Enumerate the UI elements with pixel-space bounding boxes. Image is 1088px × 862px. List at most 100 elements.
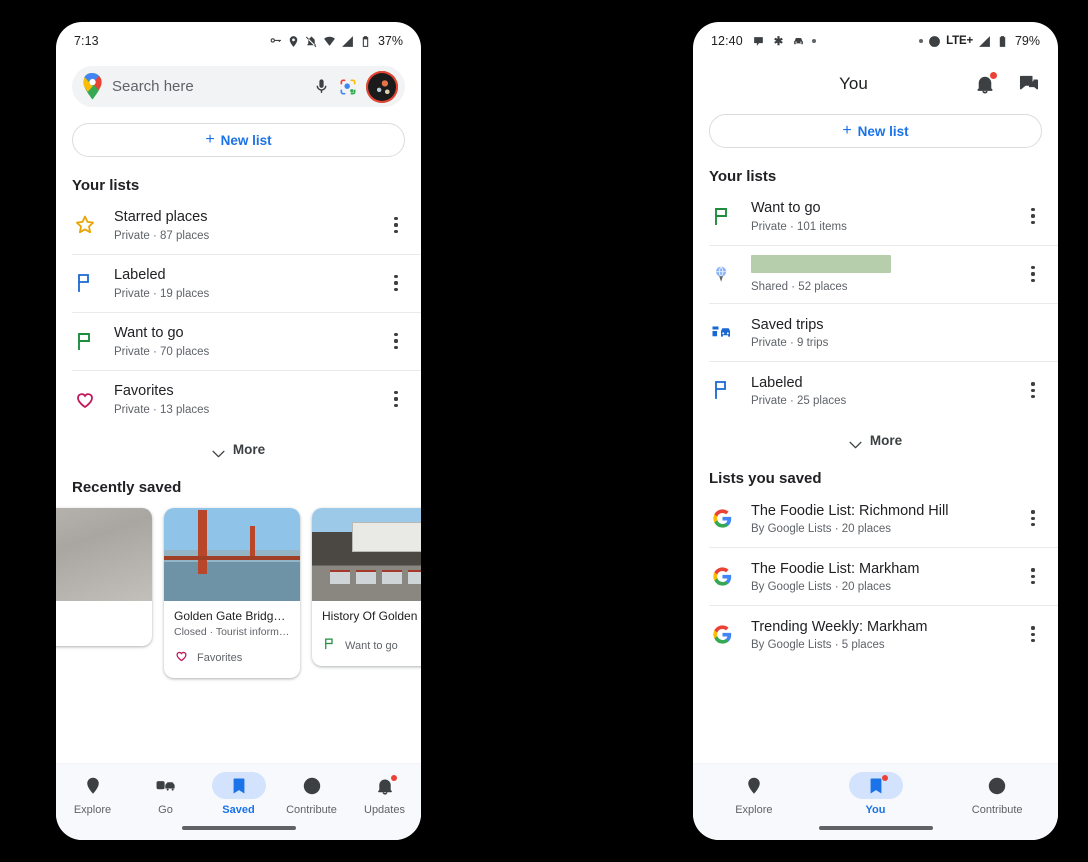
saved-place-card[interactable]: History Of Golden G… Want to go: [312, 508, 421, 666]
card-tag: Want to go: [322, 636, 421, 656]
nav-item-contribute[interactable]: Contribute: [275, 772, 348, 816]
dot-icon: [919, 39, 924, 43]
lists-you-saved: The Foodie List: Richmond Hill By Google…: [693, 489, 1058, 663]
microphone-icon[interactable]: [313, 76, 330, 97]
list-item[interactable]: Want to go Private · 101 items: [693, 187, 1058, 245]
list-item-subtitle: By Google Lists · 5 places: [751, 638, 885, 651]
overflow-menu-icon[interactable]: [1022, 260, 1044, 288]
nav-label: Explore: [73, 804, 112, 816]
nav-label: You: [865, 804, 886, 816]
screen-body-right: + New list Your lists Want to go Private…: [693, 108, 1058, 763]
list-item-text: Starred places Private · 87 places: [114, 208, 385, 241]
list-item[interactable]: Trending Weekly: Markham By Google Lists…: [693, 605, 1058, 663]
more-button[interactable]: More: [693, 419, 1058, 456]
list-item[interactable]: Want to go Private · 70 places: [56, 312, 421, 370]
google-lens-icon[interactable]: [338, 77, 358, 97]
your-lists-title: Your lists: [72, 177, 140, 194]
search-bar[interactable]: Search here: [72, 66, 405, 107]
bottom-nav-left: Explore Go Saved Contribute Updates: [56, 763, 421, 840]
overflow-menu-icon[interactable]: [1022, 620, 1044, 648]
list-item[interactable]: Saved trips Private · 9 trips: [693, 303, 1058, 361]
gesture-bar[interactable]: [693, 816, 1058, 840]
card-image: [56, 508, 152, 601]
saved-place-card[interactable]: ...: [56, 508, 152, 646]
avatar-image: [367, 71, 397, 102]
list-item[interactable]: The Foodie List: Richmond Hill By Google…: [693, 489, 1058, 547]
list-item-title: Labeled: [751, 374, 803, 391]
nav-label: Contribute: [971, 804, 1023, 816]
chevron-down-icon: [212, 446, 225, 457]
page-title: You: [839, 74, 868, 93]
more-button[interactable]: More: [56, 428, 421, 465]
card-image: [312, 508, 421, 601]
list-item-title-redacted: [751, 255, 891, 277]
list-item[interactable]: Labeled Private · 25 places: [693, 361, 1058, 419]
battery-icon: [359, 35, 372, 48]
nav-item-saved[interactable]: Saved: [202, 772, 275, 816]
card-tag-label: Want to go: [345, 640, 398, 652]
nav-item-go[interactable]: Go: [129, 772, 202, 816]
overflow-menu-icon[interactable]: [1022, 202, 1044, 230]
phone-left: 7:13 37% Search here + New list Your lis…: [56, 22, 421, 840]
nav-item-you[interactable]: You: [815, 772, 937, 816]
list-item[interactable]: Shared · 52 places: [693, 245, 1058, 303]
nav-pill: [285, 772, 339, 799]
your-lists-title: Your lists: [709, 168, 777, 185]
overflow-menu-icon[interactable]: [385, 269, 407, 297]
status-time: 7:13: [74, 34, 99, 48]
flag-icon: [72, 328, 98, 354]
list-item-text: Shared · 52 places: [751, 255, 1022, 293]
list-item[interactable]: The Foodie List: Markham By Google Lists…: [693, 547, 1058, 605]
overflow-menu-icon[interactable]: [385, 385, 407, 413]
list-item-title: Want to go: [114, 325, 184, 342]
location-pin-icon: [83, 776, 103, 796]
signal-icon: [341, 35, 354, 48]
card-title: History Of Golden G…: [322, 609, 421, 623]
avatar[interactable]: [366, 70, 398, 103]
list-item-title: Favorites: [114, 383, 174, 400]
nav-item-contribute[interactable]: Contribute: [936, 772, 1058, 816]
recently-saved-carousel[interactable]: ... Golden Gate Bridge…: [56, 498, 421, 690]
list-item[interactable]: Labeled Private · 19 places: [56, 254, 421, 312]
bell-icon: [375, 774, 397, 796]
overflow-menu-icon[interactable]: [385, 211, 407, 239]
bell-icon[interactable]: [974, 72, 997, 95]
gesture-bar[interactable]: [56, 816, 421, 840]
nav-item-updates[interactable]: Updates: [348, 772, 421, 816]
status-icons-right: 37%: [269, 34, 403, 48]
saved-place-card[interactable]: Golden Gate Bridge… Closed · Tourist inf…: [164, 508, 300, 678]
list-item-title: Saved trips: [751, 316, 824, 333]
list-item-title: Want to go: [751, 200, 821, 217]
nav-item-explore[interactable]: Explore: [56, 772, 129, 816]
overflow-menu-icon[interactable]: [1022, 504, 1044, 532]
redaction-block: [751, 255, 891, 273]
plus-circle-icon: [987, 776, 1007, 796]
chat-icon[interactable]: [1018, 73, 1040, 95]
list-item[interactable]: Favorites Private · 13 places: [56, 370, 421, 428]
overflow-menu-icon[interactable]: [385, 327, 407, 355]
list-item-title: The Foodie List: Markham: [751, 560, 920, 577]
new-list-button[interactable]: + New list: [709, 114, 1042, 148]
list-item-text: Labeled Private · 25 places: [751, 374, 1022, 407]
notification-badge: [881, 774, 888, 781]
list-item[interactable]: Starred places Private · 87 places: [56, 196, 421, 254]
plus-icon: +: [205, 130, 215, 148]
screenshot-stage: 7:13 37% Search here + New list Your lis…: [0, 0, 1088, 862]
nav-label: Updates: [364, 804, 405, 816]
nav-item-explore[interactable]: Explore: [693, 772, 815, 816]
card-subtitle: Closed · Tourist informat…: [174, 626, 290, 638]
list-item-title: Trending Weekly: Markham: [751, 618, 928, 635]
overflow-menu-icon[interactable]: [1022, 376, 1044, 404]
bottom-nav-right: Explore You Contribute: [693, 763, 1058, 840]
battery-icon: [996, 35, 1009, 48]
list-item-subtitle: Private · 87 places: [114, 229, 210, 242]
search-input-placeholder[interactable]: Search here: [112, 78, 305, 95]
bookmark-icon: [229, 776, 249, 796]
screen-body-left: + New list Your lists Starred places Pri…: [56, 117, 421, 763]
overflow-menu-icon[interactable]: [1022, 562, 1044, 590]
nav-pill: [211, 772, 266, 799]
new-list-button[interactable]: + New list: [72, 123, 405, 157]
more-label: More: [232, 442, 266, 457]
nav-pill: [848, 772, 903, 799]
flag-icon: [709, 203, 735, 229]
